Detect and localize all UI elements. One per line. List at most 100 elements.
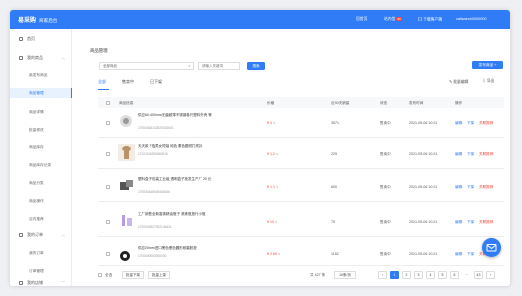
page-button[interactable]: 6 (450, 271, 459, 279)
table-row: 供应20mm进口黑色黑色圆形耐磨胶垫 1700040000000000 ¥ 2.… (98, 241, 504, 266)
user-menu[interactable]: caliwarsh0000000 (456, 17, 487, 21)
customer-service-button[interactable] (482, 238, 501, 257)
sidebar-item-categories[interactable]: 商品分类 (10, 178, 72, 188)
messages-link[interactable]: 站内信 99 (384, 17, 402, 22)
next-page-button[interactable]: › (486, 271, 495, 279)
phone-icon (418, 16, 422, 22)
sidebar-item-batch-edit[interactable]: 批量修改 (10, 125, 72, 135)
recommend-button[interactable]: 关联推荐 (479, 220, 493, 225)
select-all-checkbox[interactable] (106, 100, 110, 105)
sidebar-group-shop[interactable]: 我的店铺 ﹀ (10, 278, 72, 286)
publish-time: 2021-05-06 10:21 (409, 121, 438, 125)
sidebar-group-orders[interactable]: 我的订单 ︿ (10, 230, 72, 240)
batch-off-shelf-button[interactable]: 批量下架 (122, 271, 144, 279)
product-sales: 75 (331, 220, 335, 224)
row-checkbox[interactable] (106, 152, 110, 156)
sidebar-item-label: 我的店铺 (27, 280, 43, 285)
off-shelf-button[interactable]: 下架 (467, 152, 474, 157)
sidebar-item-stock-records[interactable]: 商品库存记录 (10, 160, 72, 170)
product-status: 售卖中 (380, 121, 391, 125)
search-input[interactable] (198, 62, 240, 70)
page-ellipsis: ... (462, 271, 471, 279)
off-shelf-button[interactable]: 下架 (467, 185, 474, 190)
page-button[interactable]: 1 (390, 271, 399, 279)
product-thumbnail[interactable] (118, 177, 135, 194)
product-thumbnail[interactable] (118, 212, 135, 229)
page-button[interactable]: 5 (438, 271, 447, 279)
edit-icon[interactable]: ✎ (276, 185, 279, 189)
tab-off-shelf[interactable]: 已下架 (150, 79, 162, 85)
product-name[interactable]: 供应20mm进口黑色黑色圆形耐磨胶垫 (138, 246, 230, 251)
top-bar: 易采购 商家后台 回首页 站内信 99 下载客户端 caliwarsh0000000 (10, 10, 510, 29)
page-button[interactable]: 2 (402, 271, 411, 279)
off-shelf-button[interactable]: 下架 (467, 252, 474, 257)
sidebar-item-order-manage[interactable]: 订单管理 (10, 266, 72, 276)
sidebar-item-label: 首页 (27, 36, 35, 41)
edit-icon[interactable]: ✎ (275, 220, 278, 224)
product-thumbnail[interactable] (118, 246, 135, 263)
product-name[interactable]: 供应60-400mm无菌超薄不锈钢卷尺塑料外壳 等 (138, 113, 230, 118)
product-name[interactable]: 天天款 T恤男女短袖 纯色 素色圆领打底衫 (138, 144, 230, 149)
sidebar-item-stock[interactable]: 商品库存 (10, 142, 72, 152)
chevron-right-icon: › (489, 273, 492, 277)
export-link[interactable]: ⇩ 导出 (482, 79, 494, 84)
publish-product-button[interactable]: 发布商品 + (472, 61, 503, 69)
off-shelf-button[interactable]: 下架 (467, 220, 474, 225)
page-button[interactable]: 4 (426, 271, 435, 279)
sidebar-item-my-orders[interactable]: 我的订单 (10, 248, 72, 258)
product-id: 170004445925406006 (138, 190, 170, 194)
edit-icon[interactable]: ✎ (273, 121, 276, 125)
recommend-button[interactable]: 关联推荐 (479, 121, 493, 126)
product-name[interactable]: 塑料盒子包装工业级 透明盒子批发生产厂 20 元 (138, 177, 230, 182)
edit-button[interactable]: 编辑 (455, 121, 462, 126)
page-button[interactable]: 43 (474, 271, 483, 279)
table-row: 供应60-400mm无菌超薄不锈钢卷尺塑料外壳 等 17000463142520… (98, 108, 504, 138)
edit-button[interactable]: 编辑 (455, 220, 462, 225)
batch-edit-link[interactable]: ✎ 批量编辑 (449, 79, 468, 85)
product-sales: 3571 (331, 121, 339, 125)
product-thumbnail[interactable] (118, 113, 135, 130)
sidebar-item-new-product[interactable]: 新发布商品 (10, 70, 72, 80)
footer-select-all-checkbox[interactable] (98, 273, 102, 277)
row-checkbox[interactable] (106, 220, 110, 224)
row-checkbox[interactable] (106, 252, 110, 256)
table-header: 商品信息 价格 近30天销量 状态 发布时间 操作 (98, 97, 504, 108)
row-checkbox[interactable] (106, 121, 110, 125)
sidebar-item-product-detail[interactable]: 商品详情 (10, 107, 72, 117)
home-icon (19, 37, 23, 41)
page-button[interactable]: 3 (414, 271, 423, 279)
page-size-select[interactable]: 10条/页 (334, 271, 356, 279)
product-name[interactable]: 工厂销售全新香薰精油瓶子 滚珠瓶旅行小瓶 (138, 212, 230, 217)
edit-icon[interactable]: ✎ (276, 152, 279, 156)
edit-button[interactable]: 编辑 (455, 185, 462, 190)
prev-page-button[interactable]: ‹ (378, 271, 387, 279)
edit-icon[interactable]: ✎ (278, 252, 281, 256)
sidebar-item-recommend[interactable]: 店内推荐 (10, 214, 72, 224)
recommend-button[interactable]: 关联推荐 (479, 152, 493, 157)
product-filter-select[interactable]: 全部商品 ▾ (99, 62, 194, 70)
off-shelf-button[interactable]: 下架 (467, 121, 474, 126)
messages-label: 站内信 (384, 17, 396, 21)
tab-all[interactable]: 全部 (98, 79, 106, 85)
search-button[interactable]: 搜索 (247, 62, 265, 70)
list-icon (19, 233, 23, 237)
sidebar-item-product-manage[interactable]: 商品管理 (10, 88, 72, 98)
brand-logo[interactable]: 易采购 商家后台 (18, 15, 57, 24)
row-checkbox[interactable] (106, 185, 110, 189)
sidebar-item-operations[interactable]: 商品操作 (10, 196, 72, 206)
sidebar-item-label: 我的商品 (27, 55, 43, 60)
edit-button[interactable]: 编辑 (455, 152, 462, 157)
table-row: 天天款 T恤男女短袖 纯色 素色圆领打底衫 17101116920660016 … (98, 139, 504, 169)
tab-on-sale[interactable]: 售卖中 (122, 79, 134, 85)
home-link[interactable]: 回首页 (356, 17, 367, 22)
edit-button[interactable]: 编辑 (455, 252, 462, 257)
sidebar-group-products[interactable]: 我的商品 ︿ (10, 53, 72, 63)
column-header: 商品信息 (119, 100, 134, 105)
product-thumbnail[interactable] (118, 144, 135, 161)
product-id: 17000463142520020601 (138, 126, 174, 130)
batch-on-shelf-button[interactable]: 批量上架 (148, 271, 170, 279)
download-link[interactable]: 下载客户端 (418, 16, 442, 23)
sidebar-item-home[interactable]: 首页 (10, 34, 72, 44)
recommend-button[interactable]: 关联推荐 (479, 185, 493, 190)
tape-measure-image (120, 115, 132, 127)
